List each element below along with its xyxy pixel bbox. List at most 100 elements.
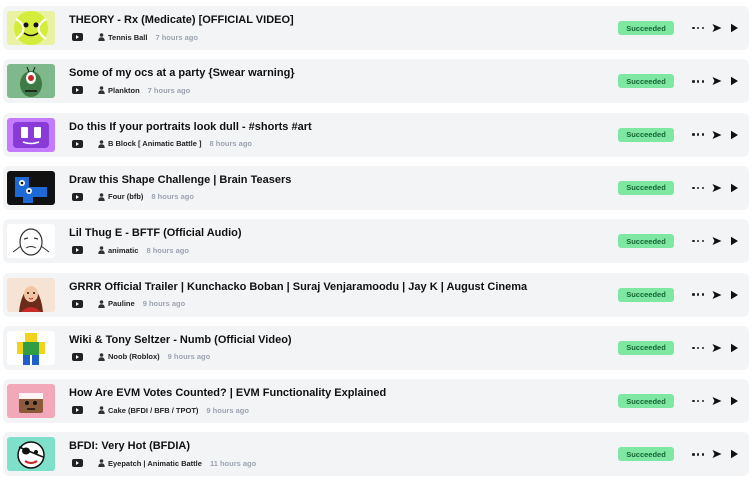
four-bfb-thumbnail[interactable] [7, 170, 55, 205]
video-title[interactable]: THEORY - Rx (Medicate) [OFFICIAL VIDEO] [69, 13, 618, 27]
play-icon[interactable] [729, 183, 739, 193]
eyepatch-thumbnail[interactable] [7, 437, 55, 472]
plankton-thumbnail[interactable] [7, 64, 55, 99]
youtube-icon [72, 139, 83, 148]
more-dots-icon[interactable] [692, 80, 704, 83]
timestamp: 9 hours ago [206, 405, 249, 415]
youtube-icon [72, 299, 83, 308]
video-subline: B Block [ Animatic Battle ] 8 hours ago [69, 138, 618, 150]
video-job-row[interactable]: Some of my ocs at a party {Swear warning… [3, 59, 749, 104]
play-icon[interactable] [729, 449, 739, 459]
channel-name[interactable]: Pauline [108, 299, 135, 308]
roblox-noob-thumbnail[interactable] [7, 330, 55, 365]
video-meta: Wiki & Tony Seltzer - Numb (Official Vid… [69, 333, 618, 363]
video-title[interactable]: Draw this Shape Challenge | Brain Teaser… [69, 173, 618, 187]
video-meta: BFDI: Very Hot (BFDIA) Eyepatch | Animat… [69, 439, 618, 469]
channel-name[interactable]: Plankton [108, 86, 140, 95]
play-icon[interactable] [729, 396, 739, 406]
video-job-row[interactable]: Do this If your portraits look dull - #s… [3, 112, 749, 157]
send-icon[interactable] [712, 183, 722, 193]
person-icon [98, 459, 105, 468]
video-meta: GRRR Official Trailer | Kunchacko Boban … [69, 280, 618, 310]
channel-name[interactable]: Tennis Ball [108, 33, 147, 42]
cake-thumbnail[interactable] [7, 384, 55, 419]
channel-name[interactable]: Noob (Roblox) [108, 352, 160, 361]
more-dots-icon[interactable] [692, 453, 704, 456]
send-icon[interactable] [712, 236, 722, 246]
sketch-character-thumbnail[interactable] [7, 224, 55, 259]
youtube-icon [72, 459, 83, 468]
video-job-row[interactable]: BFDI: Very Hot (BFDIA) Eyepatch | Animat… [3, 432, 749, 477]
video-job-row[interactable]: Lil Thug E - BFTF (Official Audio) anima… [3, 219, 749, 264]
youtube-icon [72, 406, 83, 415]
video-title[interactable]: BFDI: Very Hot (BFDIA) [69, 439, 618, 453]
play-icon[interactable] [729, 76, 739, 86]
person-icon [98, 406, 105, 415]
more-dots-icon[interactable] [692, 186, 704, 190]
person-icon [98, 33, 105, 41]
video-job-list: THEORY - Rx (Medicate) [OFFICIAL VIDEO] … [0, 0, 755, 485]
play-icon[interactable] [729, 23, 739, 33]
play-icon[interactable] [729, 130, 739, 140]
more-dots-icon[interactable] [692, 133, 704, 136]
video-meta: THEORY - Rx (Medicate) [OFFICIAL VIDEO] … [69, 13, 618, 43]
video-job-row[interactable]: GRRR Official Trailer | Kunchacko Boban … [3, 272, 749, 317]
video-subline: Pauline 9 hours ago [69, 298, 618, 310]
timestamp: 9 hours ago [142, 299, 186, 308]
channel-name[interactable]: B Block [ Animatic Battle ] [108, 139, 202, 148]
youtube-icon [72, 352, 83, 361]
video-title[interactable]: Some of my ocs at a party {Swear warning… [69, 66, 618, 80]
send-icon[interactable] [712, 130, 722, 140]
video-meta: How Are EVM Votes Counted? | EVM Functio… [69, 386, 618, 416]
more-dots-icon[interactable] [692, 399, 704, 403]
status-badge: Succeeded [618, 447, 674, 462]
youtube-icon [72, 192, 83, 201]
youtube-icon [72, 33, 83, 41]
channel-name[interactable]: Cake (BFDI / BFB / TPOT) [108, 406, 198, 415]
person-icon [98, 352, 105, 361]
send-icon[interactable] [712, 76, 722, 86]
play-icon[interactable] [729, 236, 739, 246]
status-badge: Succeeded [618, 340, 674, 355]
channel-name[interactable]: animatic [108, 246, 138, 255]
tennis-ball-thumbnail[interactable] [7, 11, 55, 45]
video-title[interactable]: Wiki & Tony Seltzer - Numb (Official Vid… [69, 333, 618, 347]
video-job-row[interactable]: How Are EVM Votes Counted? | EVM Functio… [3, 379, 749, 424]
video-subline: animatic 8 hours ago [69, 244, 618, 256]
video-title[interactable]: Do this If your portraits look dull - #s… [69, 120, 618, 134]
play-icon[interactable] [729, 290, 739, 300]
send-icon[interactable] [712, 449, 722, 459]
video-job-row[interactable]: THEORY - Rx (Medicate) [OFFICIAL VIDEO] … [3, 6, 749, 50]
video-job-row[interactable]: Wiki & Tony Seltzer - Numb (Official Vid… [3, 325, 749, 370]
status-badge: Succeeded [618, 74, 674, 89]
person-icon [98, 86, 105, 95]
send-icon[interactable] [712, 343, 722, 353]
send-icon[interactable] [712, 23, 722, 33]
timestamp: 8 hours ago [209, 139, 253, 149]
purple-block-thumbnail[interactable] [7, 117, 55, 152]
video-subline: Plankton 7 hours ago [69, 84, 618, 96]
play-icon[interactable] [729, 343, 739, 353]
timestamp: 9 hours ago [167, 352, 211, 362]
channel-name[interactable]: Four (bfb) [108, 192, 143, 201]
status-badge: Succeeded [618, 180, 674, 195]
status-badge: Succeeded [618, 127, 674, 142]
video-title[interactable]: GRRR Official Trailer | Kunchacko Boban … [69, 280, 618, 294]
channel-name[interactable]: Eyepatch | Animatic Battle [108, 459, 202, 468]
status-badge: Succeeded [618, 394, 674, 409]
timestamp: 7 hours ago [155, 32, 198, 42]
more-dots-icon[interactable] [692, 239, 704, 243]
send-icon[interactable] [712, 290, 722, 300]
pauline-thumbnail[interactable] [7, 277, 55, 312]
video-title[interactable]: Lil Thug E - BFTF (Official Audio) [69, 226, 618, 240]
video-subline: Tennis Ball 7 hours ago [69, 31, 618, 43]
video-title[interactable]: How Are EVM Votes Counted? | EVM Functio… [69, 386, 618, 400]
more-dots-icon[interactable] [692, 293, 704, 296]
more-dots-icon[interactable] [692, 346, 704, 350]
person-icon [98, 139, 105, 148]
person-icon [98, 246, 105, 255]
more-dots-icon[interactable] [692, 26, 704, 30]
send-icon[interactable] [712, 396, 722, 406]
video-meta: Lil Thug E - BFTF (Official Audio) anima… [69, 226, 618, 256]
video-job-row[interactable]: Draw this Shape Challenge | Brain Teaser… [3, 165, 749, 210]
